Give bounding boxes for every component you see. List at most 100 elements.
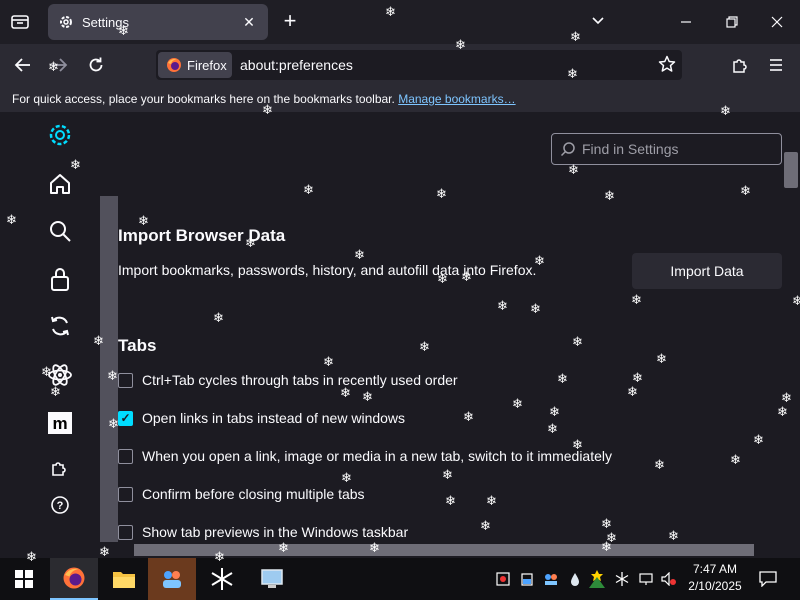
import-description: Import bookmarks, passwords, history, an… — [118, 262, 537, 278]
snowflake-icon — [211, 568, 233, 590]
shield-icon — [496, 572, 510, 586]
monitor-icon — [261, 569, 283, 588]
category-home[interactable] — [44, 168, 76, 200]
folder-icon — [113, 572, 135, 588]
checkbox[interactable] — [118, 486, 133, 502]
tray-snowflake-icon[interactable] — [613, 570, 631, 588]
find-in-settings-input[interactable]: Find in Settings — [551, 133, 782, 165]
puzzle-icon — [733, 59, 747, 73]
category-search[interactable] — [44, 215, 76, 247]
lock-icon — [51, 268, 69, 291]
forward-button[interactable] — [46, 52, 72, 78]
checkbox-label: Confirm before closing multiple tabs — [142, 486, 365, 502]
url-bar[interactable]: Firefox about:preferences — [156, 50, 682, 80]
sidebar-scroll-gutter — [100, 196, 118, 542]
close-icon — [771, 16, 783, 28]
snowflake-icon — [615, 572, 629, 586]
tab-option-row[interactable]: Ctrl+Tab cycles through tabs in recently… — [118, 369, 458, 391]
christmas-tree-icon — [589, 570, 605, 588]
category-experimental[interactable] — [44, 359, 76, 391]
gear-icon — [49, 124, 71, 146]
tab-strip: Settings ✕ + — [0, 0, 800, 44]
clock-time: 7:47 AM — [692, 562, 738, 576]
windows-logo-icon — [15, 570, 33, 588]
scrollbar-thumb[interactable] — [134, 544, 754, 556]
tray-security-icon[interactable] — [494, 570, 512, 588]
restore-button[interactable] — [722, 12, 742, 32]
checkbox-label: Show tab previews in the Windows taskbar — [142, 524, 409, 540]
scrollbar-thumb[interactable] — [784, 152, 798, 188]
volume-muted-icon — [661, 572, 676, 586]
reload-button[interactable] — [83, 52, 109, 78]
tab-option-row[interactable]: Show tab previews in the Windows taskbar — [118, 521, 408, 543]
taskbar-snow-app[interactable] — [198, 558, 246, 600]
tray-xmas-tree-icon[interactable] — [588, 570, 606, 588]
checkbox-label: Ctrl+Tab cycles through tabs in recently… — [142, 372, 458, 388]
svg-text:?: ? — [57, 500, 64, 512]
gear-icon — [60, 16, 72, 28]
tray-network-icon[interactable] — [637, 570, 655, 588]
help-icon: ? — [51, 496, 69, 514]
svg-text:m: m — [52, 414, 67, 433]
minimize-button[interactable] — [676, 12, 696, 32]
taskbar-firefox[interactable] — [50, 558, 98, 600]
import-data-button[interactable]: Import Data — [632, 253, 782, 289]
tray-volume-icon[interactable] — [660, 570, 678, 588]
identity-label: Firefox — [187, 57, 227, 73]
bookmark-star-button[interactable] — [658, 55, 676, 78]
firefox-logo-icon — [63, 567, 85, 589]
arrow-right-icon — [52, 58, 68, 72]
app-menu-button[interactable] — [763, 52, 789, 78]
tray-app-icon[interactable] — [542, 570, 560, 588]
people-icon — [163, 571, 181, 588]
taskbar-clock[interactable]: 7:47 AM 2/10/2025 — [680, 561, 750, 595]
firefox-logo-icon — [167, 58, 181, 72]
tab-option-row[interactable]: When you open a link, image or media in … — [118, 445, 612, 467]
extensions-button[interactable] — [727, 52, 753, 78]
taskbar-remote-desktop[interactable] — [248, 558, 296, 600]
category-general[interactable] — [44, 119, 76, 151]
close-window-button[interactable] — [767, 12, 787, 32]
support-link[interactable]: ? — [44, 489, 76, 521]
water-drop-icon — [571, 573, 579, 586]
battery-icon — [521, 573, 533, 586]
preferences-content: m ? Find in Settings Import Browser Data… — [0, 112, 800, 558]
close-tab-button[interactable]: ✕ — [240, 13, 258, 31]
category-more-from-mozilla[interactable]: m — [44, 407, 76, 439]
firefox-view-button[interactable] — [8, 10, 32, 34]
checkbox[interactable] — [118, 372, 133, 388]
sync-icon — [51, 316, 69, 336]
checkbox[interactable] — [118, 524, 133, 540]
horizontal-scrollbar[interactable] — [118, 542, 782, 558]
vertical-scrollbar[interactable] — [782, 112, 800, 558]
checkbox[interactable]: ✓ — [118, 410, 133, 426]
notification-center-button[interactable] — [758, 570, 778, 588]
search-icon — [50, 221, 71, 242]
category-privacy[interactable] — [44, 263, 76, 295]
tray-drop-icon[interactable] — [566, 570, 584, 588]
back-button[interactable] — [10, 52, 36, 78]
checkbox-label: Open links in tabs instead of new window… — [142, 410, 406, 426]
manage-bookmarks-link[interactable]: Manage bookmarks… — [398, 92, 515, 106]
url-text: about:preferences — [240, 57, 353, 73]
tray-battery-icon[interactable] — [518, 570, 536, 588]
navigation-toolbar: Firefox about:preferences — [0, 44, 800, 86]
reload-icon — [89, 57, 103, 72]
taskbar-app-people[interactable] — [148, 558, 196, 600]
identity-box[interactable]: Firefox — [158, 52, 232, 78]
windows-taskbar: 7:47 AM 2/10/2025 — [0, 558, 800, 600]
notification-icon — [759, 571, 777, 587]
taskbar-file-explorer[interactable] — [100, 558, 148, 600]
category-sidebar: m ? — [30, 112, 90, 558]
tab-settings[interactable]: Settings ✕ — [48, 4, 268, 40]
start-button[interactable] — [0, 558, 48, 600]
checkbox[interactable] — [118, 448, 133, 464]
chevron-down-icon — [592, 17, 604, 25]
tab-option-row[interactable]: ✓ Open links in tabs instead of new windo… — [118, 407, 405, 429]
new-tab-button[interactable]: + — [280, 10, 300, 32]
minimize-icon — [681, 21, 691, 23]
extensions-themes-link[interactable] — [44, 452, 76, 484]
list-all-tabs-button[interactable] — [590, 12, 610, 32]
tab-option-row[interactable]: Confirm before closing multiple tabs — [118, 483, 365, 505]
category-sync[interactable] — [44, 310, 76, 342]
